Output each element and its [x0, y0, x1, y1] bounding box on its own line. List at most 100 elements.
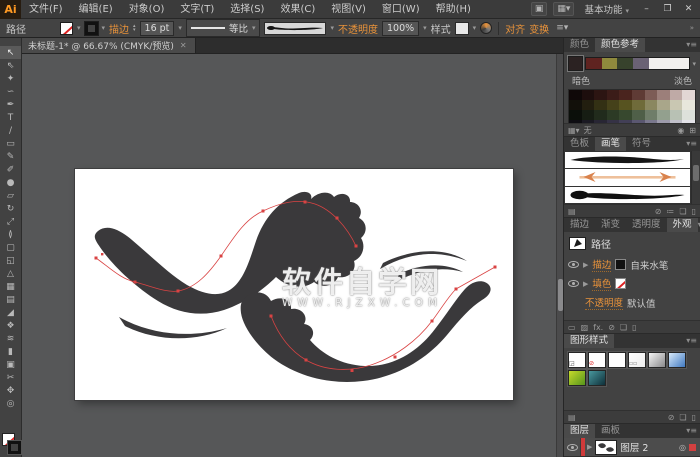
rotate-tool[interactable]: ↻: [0, 202, 21, 215]
expand-triangle-icon[interactable]: ▶: [583, 280, 588, 288]
color-variation-1-8[interactable]: [669, 100, 683, 110]
color-tab-颜色[interactable]: 颜色: [564, 38, 595, 52]
layer-target-icon[interactable]: ◎: [679, 443, 686, 452]
menu-item-8[interactable]: 帮助(H): [428, 0, 479, 19]
panel-menu-icon[interactable]: ▾≡: [686, 38, 700, 52]
color-variation-0-7[interactable]: [657, 90, 670, 100]
layer-name[interactable]: 图层 2: [620, 440, 648, 454]
color-variation-2-9[interactable]: [682, 110, 695, 120]
symbol-sprayer-tool[interactable]: ≋: [0, 332, 21, 345]
color-tab-颜色参考[interactable]: 颜色参考: [595, 38, 646, 52]
color-variation-2-6[interactable]: [644, 110, 658, 120]
color-variation-0-5[interactable]: [632, 90, 645, 100]
layers-tab-图层[interactable]: 图层: [564, 424, 596, 438]
color-variation-0-6[interactable]: [644, 90, 658, 100]
artboard-tool[interactable]: ▣: [0, 358, 21, 371]
menu-item-5[interactable]: 效果(C): [272, 0, 323, 19]
base-color-swatch[interactable]: [567, 55, 584, 72]
magic-wand-tool[interactable]: ✦: [0, 72, 21, 85]
visibility-eye-icon[interactable]: [568, 280, 579, 287]
color-variation-1-4[interactable]: [619, 100, 632, 110]
color-variation-0-4[interactable]: [619, 90, 632, 100]
workspace-switcher[interactable]: 基本功能 ▾: [580, 1, 633, 17]
slice-tool[interactable]: ✂: [0, 371, 21, 384]
brushes-tab-色板[interactable]: 色板: [564, 137, 595, 151]
tab-graphic-styles[interactable]: 图形样式: [564, 334, 615, 348]
width-tool[interactable]: ≬: [0, 228, 21, 241]
type-tool[interactable]: T: [0, 111, 21, 124]
hand-tool[interactable]: ✥: [0, 384, 21, 397]
fill-dropdown-icon[interactable]: ▾: [77, 24, 81, 32]
style-dropdown-icon[interactable]: ▾: [473, 24, 477, 32]
stroke-weight-value[interactable]: 16 pt: [139, 20, 175, 36]
appearance-tab-透明度[interactable]: 透明度: [626, 218, 667, 232]
align-link[interactable]: 对齐: [505, 21, 525, 36]
harmony-color-3[interactable]: [633, 58, 649, 69]
leaf-graphic-style[interactable]: [567, 369, 587, 387]
bridge-icon[interactable]: ▣: [530, 2, 548, 16]
menu-item-7[interactable]: 窗口(W): [374, 0, 428, 19]
menu-item-3[interactable]: 文字(T): [172, 0, 222, 19]
remove-brush-stroke-icon[interactable]: ⊘: [655, 207, 662, 216]
brushes-scrollbar[interactable]: [691, 151, 700, 204]
perspective-grid-tool[interactable]: △: [0, 267, 21, 280]
color-variation-0-2[interactable]: [594, 90, 607, 100]
color-variation-1-0[interactable]: [569, 100, 582, 110]
panel-menu-icon[interactable]: ▾≡: [686, 137, 700, 151]
expand-triangle-icon[interactable]: ▶: [587, 443, 592, 451]
layer-selected-art-indicator[interactable]: [689, 443, 696, 451]
fill-none-chip[interactable]: [615, 278, 627, 289]
recolor-artwork-icon[interactable]: [480, 22, 493, 34]
clear-appearance-icon[interactable]: ⊘: [608, 323, 615, 332]
pen-tool[interactable]: ✒: [0, 98, 21, 111]
width-profile-select[interactable]: 等比 ▾: [185, 19, 261, 37]
delete-brush-icon[interactable]: ▯: [692, 207, 696, 216]
stroke-attribute-link[interactable]: 描边: [592, 257, 612, 272]
style-libraries-icon[interactable]: ▤: [568, 413, 576, 422]
harmony-color-1[interactable]: [601, 58, 618, 69]
menu-item-4[interactable]: 选择(S): [222, 0, 272, 19]
menu-item-2[interactable]: 对象(O): [121, 0, 173, 19]
color-variation-2-7[interactable]: [657, 110, 670, 120]
default-graphic-style[interactable]: ◲: [567, 351, 587, 369]
artwork-koi-fish[interactable]: [75, 169, 513, 400]
opacity-attribute-link[interactable]: 不透明度: [585, 295, 624, 310]
brushes-tab-符号[interactable]: 符号: [626, 137, 657, 151]
color-variation-2-0[interactable]: [569, 110, 582, 120]
delete-style-icon[interactable]: ▯: [692, 413, 696, 422]
brush-libraries-icon[interactable]: ▤: [568, 207, 576, 216]
duplicate-item-icon[interactable]: ❏: [620, 323, 627, 332]
harmony-color-4[interactable]: [648, 58, 690, 69]
color-variation-2-2[interactable]: [594, 110, 607, 120]
menu-item-6[interactable]: 视图(V): [323, 0, 374, 19]
limit-colors-icon[interactable]: ▦▾: [568, 126, 580, 135]
appearance-fill-row[interactable]: ▶ 填色: [564, 274, 700, 293]
none-graphic-style[interactable]: ⊘: [587, 351, 607, 369]
harmony-rules-dropdown-icon[interactable]: ▾: [692, 60, 696, 68]
stroke-weight-dropdown-icon[interactable]: ▾: [178, 24, 182, 32]
arrange-documents-icon[interactable]: ▦▾: [553, 2, 575, 16]
color-variation-2-4[interactable]: [619, 110, 632, 120]
blue-gradient-graphic-style[interactable]: [667, 351, 687, 369]
free-transform-tool[interactable]: ▢: [0, 241, 21, 254]
arrow-art-brush[interactable]: [565, 169, 690, 186]
artboard[interactable]: 软件自学网 WWW.RJZXW.COM: [75, 169, 513, 400]
plain-graphic-style[interactable]: [607, 351, 627, 369]
panel-menu-icon[interactable]: ▾≡: [686, 424, 700, 438]
expand-triangle-icon[interactable]: ▶: [583, 261, 588, 269]
color-variation-0-0[interactable]: [569, 90, 582, 100]
color-variation-0-9[interactable]: [682, 90, 695, 100]
color-variation-1-5[interactable]: [632, 100, 645, 110]
lasso-tool[interactable]: ∽: [0, 85, 21, 98]
color-variation-2-1[interactable]: [581, 110, 595, 120]
save-color-group-icon[interactable]: ⊞: [689, 126, 696, 135]
delete-item-icon[interactable]: ▯: [632, 323, 636, 332]
brushes-tab-画笔[interactable]: 画笔: [595, 137, 627, 151]
color-variation-0-3[interactable]: [606, 90, 620, 100]
color-variation-1-1[interactable]: [581, 100, 595, 110]
rectangle-tool[interactable]: ▭: [0, 137, 21, 150]
app-logo[interactable]: Ai: [0, 0, 21, 19]
transform-link[interactable]: 变换: [529, 21, 549, 36]
compound-graphic-style[interactable]: ▫▫: [627, 351, 647, 369]
new-effect-fx-icon[interactable]: fx.: [593, 323, 603, 332]
